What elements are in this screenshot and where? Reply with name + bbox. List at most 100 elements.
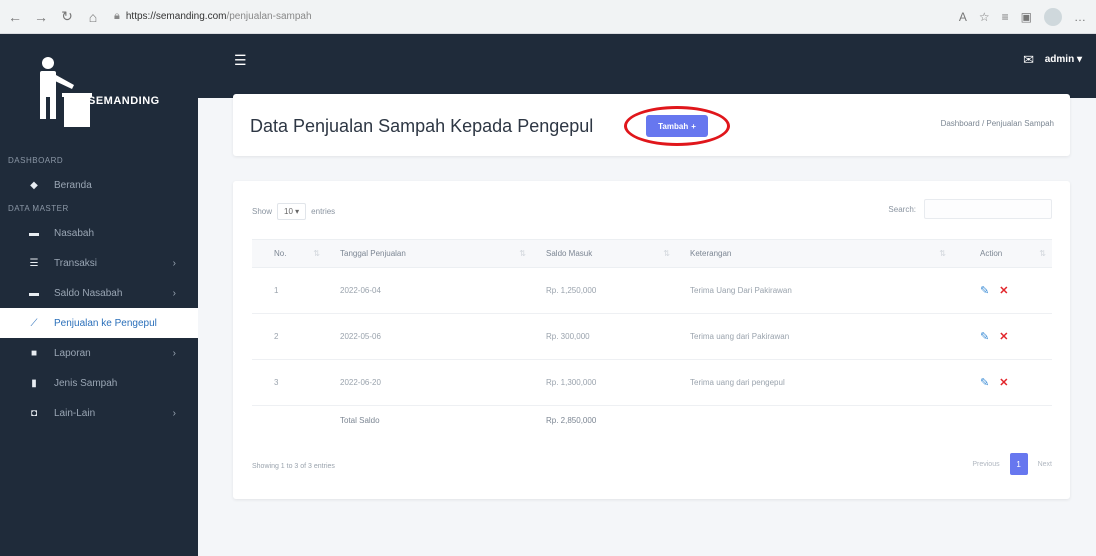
sidebar-item-label: Beranda bbox=[54, 179, 92, 191]
sidebar-item-laporan[interactable]: ■ Laporan › bbox=[0, 338, 198, 368]
cell-amount: Rp. 1,300,000 bbox=[532, 359, 676, 406]
column-label: Tanggal Penjualan bbox=[340, 249, 406, 258]
sort-icon: ⇅ bbox=[663, 249, 670, 258]
favorites-list-icon[interactable]: ≡ bbox=[1002, 10, 1009, 24]
read-aloud-icon[interactable]: A bbox=[959, 10, 967, 24]
page-button-current[interactable]: 1 bbox=[1009, 453, 1028, 475]
column-header-note[interactable]: Keterangan ⇅ bbox=[676, 239, 952, 268]
table-card: Show 10 ▾ entries Search: No. ⇅ Tanggal P… bbox=[233, 181, 1070, 499]
browser-toolbar: ← → ↻ ⌂ 🔒︎ https://semanding.com /penjua… bbox=[0, 0, 1096, 34]
cell-actions: ✎ ✕ bbox=[952, 267, 1052, 314]
favorite-icon[interactable]: ☆ bbox=[979, 10, 990, 24]
section-data-master: DATA MASTER bbox=[8, 204, 69, 213]
previous-button[interactable]: Previous bbox=[972, 461, 999, 468]
entries-select[interactable]: 10 ▾ bbox=[277, 203, 307, 220]
trash-icon: ▮ bbox=[31, 377, 37, 389]
search-input[interactable] bbox=[924, 199, 1052, 219]
chart-icon: ⟋ bbox=[30, 317, 38, 329]
hamburger-icon[interactable]: ☰ bbox=[234, 52, 247, 69]
cell-amount: Rp. 300,000 bbox=[532, 313, 676, 360]
delete-icon[interactable]: ✕ bbox=[999, 285, 1008, 297]
table-row: 1 2022-06-04 Rp. 1,250,000 Terima Uang D… bbox=[252, 267, 1052, 314]
total-empty-cell bbox=[676, 406, 952, 436]
address-bar[interactable]: 🔒︎ https://semanding.com /penjualan-samp… bbox=[114, 6, 959, 28]
sidebar-item-lain-lain[interactable]: ◘ Lain-Lain › bbox=[0, 398, 198, 428]
page-header: Data Penjualan Sampah Kepada Pengepul Ta… bbox=[233, 94, 1070, 156]
user-name: admin bbox=[1044, 54, 1075, 65]
users-icon: ▬ bbox=[29, 227, 39, 239]
table-header-row: No. ⇅ Tanggal Penjualan ⇅ Saldo Masuk ⇅ Ket… bbox=[252, 239, 1052, 268]
mail-icon[interactable]: ✉ bbox=[1023, 52, 1034, 68]
column-label: Action bbox=[980, 249, 1003, 258]
cell-note: Terima uang dari Pakirawan bbox=[676, 313, 952, 360]
chevron-right-icon: › bbox=[172, 257, 176, 269]
reload-icon[interactable]: ↻ bbox=[56, 6, 78, 28]
edit-icon[interactable]: ✎ bbox=[980, 285, 989, 297]
column-header-amount[interactable]: Saldo Masuk ⇅ bbox=[532, 239, 676, 268]
edit-icon[interactable]: ✎ bbox=[980, 331, 989, 343]
column-label: Keterangan bbox=[690, 249, 732, 258]
column-label: No. bbox=[274, 249, 287, 258]
delete-icon[interactable]: ✕ bbox=[999, 331, 1008, 343]
column-header-no[interactable]: No. ⇅ bbox=[252, 239, 326, 268]
breadcrumb: Dashboard / Penjualan Sampah bbox=[940, 119, 1054, 128]
logo-person-trash-icon bbox=[30, 51, 100, 135]
more-icon[interactable]: … bbox=[1074, 10, 1086, 24]
sidebar-item-label: Laporan bbox=[54, 347, 91, 359]
column-header-date[interactable]: Tanggal Penjualan ⇅ bbox=[326, 239, 532, 268]
sidebar-item-beranda[interactable]: ◆ Beranda bbox=[0, 170, 198, 200]
edit-icon[interactable]: ✎ bbox=[980, 377, 989, 389]
cell-note: Terima uang dari pengepul bbox=[676, 359, 952, 406]
column-header-action[interactable]: Action ⇅ bbox=[952, 239, 1052, 268]
user-menu[interactable]: admin ▾ bbox=[1045, 54, 1082, 65]
back-icon[interactable]: ← bbox=[4, 6, 26, 28]
cell-date: 2022-05-06 bbox=[326, 313, 532, 360]
highlight-annotation bbox=[624, 106, 730, 146]
sort-icon: ⇅ bbox=[1039, 249, 1046, 258]
file-icon: ■ bbox=[30, 347, 38, 359]
sidebar-item-label: Transaksi bbox=[54, 257, 97, 269]
sidebar: SEMANDING DASHBOARD ◆ Beranda DATA MASTE… bbox=[0, 34, 198, 556]
cell-note: Terima Uang Dari Pakirawan bbox=[676, 267, 952, 314]
sidebar-item-transaksi[interactable]: ☰ Transaksi › bbox=[0, 248, 198, 278]
table-info: Showing 1 to 3 of 3 entries bbox=[252, 463, 335, 470]
delete-icon[interactable]: ✕ bbox=[999, 377, 1008, 389]
cell-actions: ✎ ✕ bbox=[952, 313, 1052, 360]
search-label: Search: bbox=[888, 204, 916, 214]
sidebar-item-nasabah[interactable]: ▬ Nasabah bbox=[0, 218, 198, 248]
top-navbar: ☰ ✉ admin ▾ bbox=[198, 34, 1096, 98]
total-row: Total Saldo Rp. 2,850,000 bbox=[252, 406, 1052, 436]
column-label: Saldo Masuk bbox=[546, 249, 593, 258]
cell-date: 2022-06-04 bbox=[326, 267, 532, 314]
collections-icon[interactable]: ▣ bbox=[1021, 10, 1032, 24]
lock-icon: 🔒︎ bbox=[114, 10, 120, 22]
total-empty-cell bbox=[252, 406, 326, 436]
list-icon: ☰ bbox=[29, 257, 39, 269]
box-icon: ◘ bbox=[30, 407, 38, 419]
sidebar-item-label: Jenis Sampah bbox=[54, 377, 118, 389]
show-label: Show bbox=[252, 207, 273, 216]
cell-no: 2 bbox=[252, 313, 326, 360]
sidebar-item-penjualan[interactable]: ⟋ Penjualan ke Pengepul bbox=[0, 308, 198, 338]
logo[interactable]: SEMANDING bbox=[0, 34, 198, 152]
home-browser-icon[interactable]: ⌂ bbox=[82, 6, 104, 28]
total-label: Total Saldo bbox=[340, 416, 380, 426]
table-row: 2 2022-05-06 Rp. 300,000 Terima uang dar… bbox=[252, 313, 1052, 360]
sidebar-item-jenis-sampah[interactable]: ▮ Jenis Sampah bbox=[0, 368, 198, 398]
profile-avatar[interactable] bbox=[1044, 7, 1062, 26]
forward-icon[interactable]: → bbox=[30, 6, 52, 28]
next-button[interactable]: Next bbox=[1038, 461, 1052, 468]
cell-actions: ✎ ✕ bbox=[952, 359, 1052, 406]
table-row: 3 2022-06-20 Rp. 1,300,000 Terima uang d… bbox=[252, 359, 1052, 406]
url-host: https://semanding.com bbox=[125, 11, 227, 22]
sidebar-item-label: Lain-Lain bbox=[54, 407, 96, 419]
chevron-right-icon: › bbox=[172, 407, 176, 419]
total-empty-cell bbox=[952, 406, 1052, 436]
pagination: Previous 1 Next bbox=[972, 453, 1052, 475]
cell-no: 1 bbox=[252, 267, 326, 314]
search-control: Search: bbox=[888, 199, 1052, 219]
sidebar-item-saldo-nasabah[interactable]: ▬ Saldo Nasabah › bbox=[0, 278, 198, 308]
sidebar-item-label: Nasabah bbox=[54, 227, 95, 239]
home-icon: ◆ bbox=[30, 179, 38, 191]
sidebar-item-label: Saldo Nasabah bbox=[54, 287, 123, 299]
